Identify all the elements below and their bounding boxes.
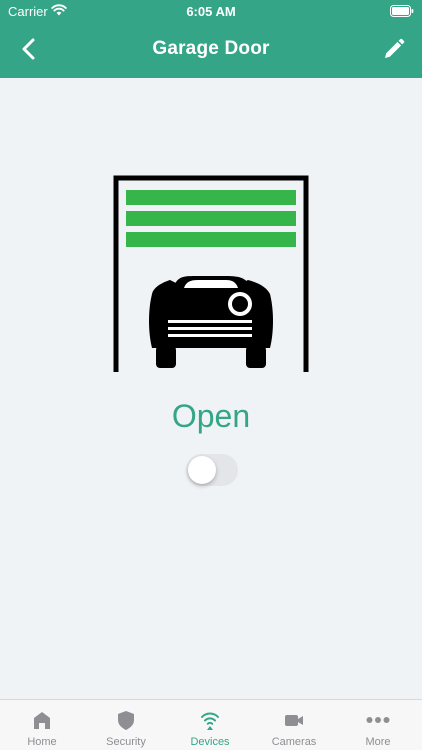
- garage-door-screen: Carrier 6:05 AM Garage Door Open Home Se…: [0, 0, 422, 750]
- car-icon: [149, 276, 273, 368]
- home-icon: [34, 712, 50, 729]
- video-camera-icon: [285, 715, 303, 726]
- garage-door-open-illustration: [113, 175, 309, 372]
- tab-home[interactable]: Home: [0, 700, 84, 750]
- door-slat: [126, 232, 296, 247]
- tab-cameras[interactable]: Cameras: [252, 700, 336, 750]
- door-slat: [126, 211, 296, 226]
- garage-door-toggle[interactable]: [186, 454, 238, 486]
- tab-devices[interactable]: Devices: [168, 700, 252, 750]
- door-slat: [126, 190, 296, 205]
- tab-bar: Home Security Devices Cameras More: [0, 699, 422, 750]
- tab-label: Cameras: [271, 736, 317, 748]
- tab-label: More: [365, 736, 391, 748]
- tab-label: Home: [27, 736, 57, 748]
- tab-label: Devices: [190, 736, 230, 748]
- status-bar: Carrier 6:05 AM: [0, 0, 422, 22]
- page-title: Garage Door: [152, 38, 270, 59]
- door-state-label: Open: [171, 398, 251, 434]
- tab-label: Security: [106, 736, 146, 748]
- tab-more[interactable]: More: [336, 700, 420, 750]
- navigation-bar: Garage Door: [0, 22, 422, 78]
- clock: 6:05 AM: [186, 4, 236, 19]
- pencil-icon: [385, 38, 405, 58]
- wifi-icon: [201, 712, 219, 730]
- ellipsis-icon: [366, 717, 390, 723]
- tab-security[interactable]: Security: [84, 700, 168, 750]
- edit-button[interactable]: [380, 37, 406, 63]
- shield-icon: [118, 711, 134, 730]
- header: Carrier 6:05 AM Garage Door: [0, 0, 422, 78]
- battery-icon: [390, 5, 414, 17]
- toggle-knob[interactable]: [188, 456, 216, 484]
